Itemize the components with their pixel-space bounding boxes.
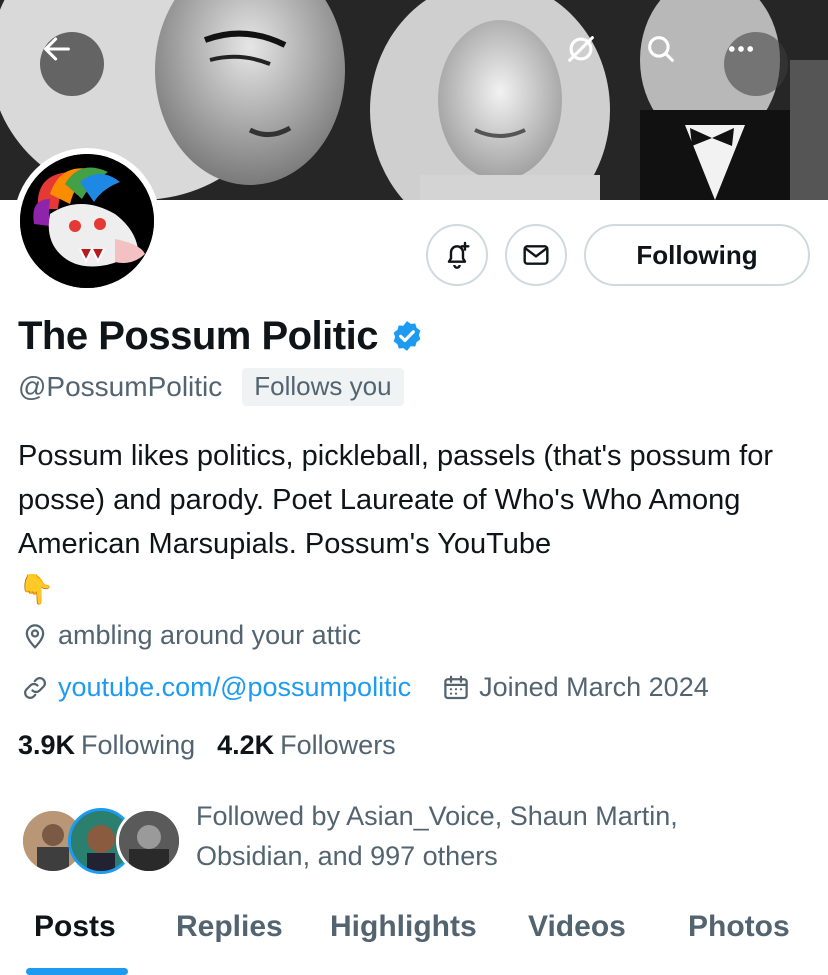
avatar-image: [20, 154, 154, 288]
message-button[interactable]: [505, 224, 567, 286]
followed-by-section[interactable]: Followed by Asian_Voice, Shaun Martin, O…: [20, 796, 678, 878]
more-options-button[interactable]: [724, 32, 788, 96]
followers-count: 4.2K: [217, 730, 275, 760]
followed-by-text: Followed by Asian_Voice, Shaun Martin, O…: [196, 801, 678, 871]
following-button[interactable]: Following: [584, 224, 810, 286]
pointing-down-emoji: 👇: [18, 574, 55, 606]
circle-slash-icon: [568, 36, 594, 62]
tab-photos[interactable]: Photos: [688, 910, 790, 944]
location-row: ambling around your attic: [20, 620, 361, 651]
notifications-button[interactable]: [426, 224, 488, 286]
mutual-avatars: [20, 802, 182, 874]
handle: @PossumPolitic: [18, 371, 223, 402]
display-name: The Possum Politic: [18, 313, 378, 358]
active-tab-indicator: [26, 968, 128, 975]
following-count: 3.9K: [18, 730, 76, 760]
link-row: youtube.com/@possumpolitic Joined March …: [20, 672, 709, 703]
joined-date: Joined March 2024: [441, 672, 709, 703]
back-button[interactable]: [40, 32, 104, 96]
followers-stat[interactable]: 4.2K Followers: [217, 730, 396, 761]
more-dots-icon: [728, 46, 754, 52]
joined-text: Joined March 2024: [479, 672, 709, 702]
profile-bio: Possum likes politics, pickleball, passe…: [18, 434, 818, 612]
location-pin-icon: [25, 623, 45, 649]
incognito-toggle-button[interactable]: [564, 32, 628, 96]
verified-badge-icon[interactable]: [390, 319, 424, 353]
followers-label: Followers: [280, 730, 396, 760]
profile-tabs: Posts Replies Highlights Videos Photos: [0, 900, 828, 975]
follow-stats: 3.9K Following 4.2K Followers: [18, 730, 396, 761]
link-icon: [24, 676, 46, 699]
arrow-left-icon: [44, 37, 70, 61]
profile-avatar[interactable]: [14, 148, 160, 294]
bell-plus-icon: [447, 241, 470, 269]
possum-avatar-art: [20, 154, 154, 288]
envelope-icon: [523, 245, 549, 265]
following-label: Following: [81, 730, 196, 760]
following-stat[interactable]: 3.9K Following: [18, 730, 195, 761]
tab-posts[interactable]: Posts: [34, 910, 116, 944]
calendar-icon: [444, 675, 468, 699]
tab-highlights[interactable]: Highlights: [330, 910, 477, 944]
follows-you-badge: Follows you: [242, 368, 404, 406]
mutual-avatar: [116, 808, 182, 874]
search-icon: [648, 36, 674, 62]
location-text: ambling around your attic: [58, 620, 362, 650]
tab-replies[interactable]: Replies: [176, 910, 283, 944]
name-row: The Possum Politic: [18, 310, 424, 362]
search-button[interactable]: [644, 32, 708, 96]
handle-row: @PossumPolitic Follows you: [18, 368, 404, 406]
website-link[interactable]: youtube.com/@possumpolitic: [58, 672, 411, 703]
tab-videos[interactable]: Videos: [528, 910, 626, 944]
bio-text: Possum likes politics, pickleball, passe…: [18, 440, 773, 560]
